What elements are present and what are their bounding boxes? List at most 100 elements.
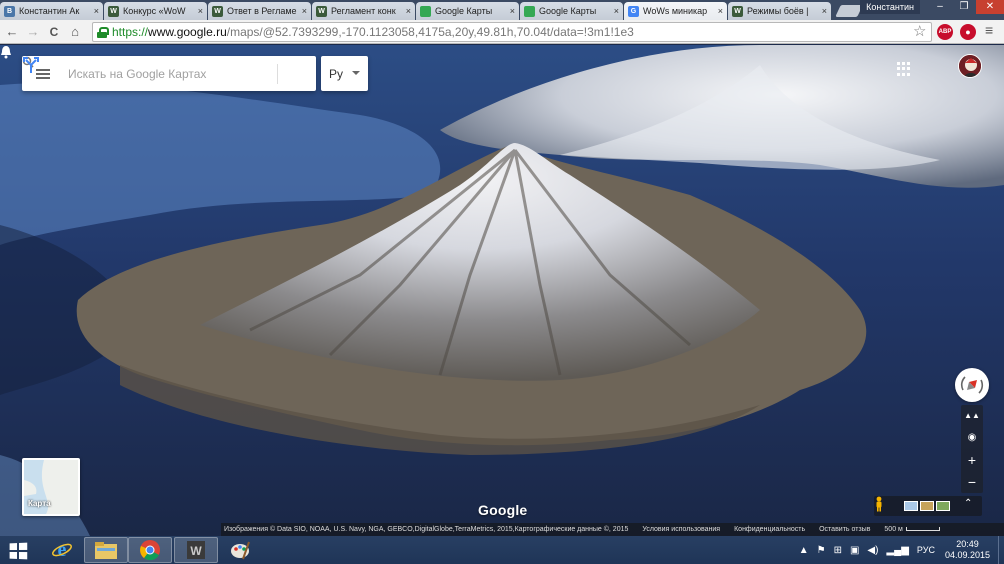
close-tab-icon[interactable]: ×	[302, 6, 307, 16]
paint-icon	[231, 541, 250, 560]
network-icon[interactable]: ▂▄▆	[886, 545, 908, 556]
favicon-icon	[524, 5, 535, 17]
browser-tab[interactable]: W Ответ в Регламе ×	[208, 2, 311, 20]
map-type-toggle[interactable]: Карта	[22, 458, 80, 516]
search-input[interactable]	[68, 66, 238, 81]
chrome-icon	[140, 540, 160, 561]
favicon-icon: B	[4, 5, 15, 17]
scale-indicator[interactable]: 500 м	[884, 523, 940, 536]
map-viewport[interactable]: Ру Карта Google	[0, 45, 1004, 536]
browser-tab[interactable]: W Режимы боёв | ×	[728, 2, 831, 20]
browser-menu-icon[interactable]: ≡	[985, 22, 993, 38]
browser-tab[interactable]: G WoWs миникар ×	[624, 2, 727, 20]
close-tab-icon[interactable]: ×	[406, 6, 411, 16]
pegman-icon[interactable]	[874, 496, 884, 512]
avatar[interactable]	[958, 54, 982, 78]
home-button[interactable]: ⌂	[66, 24, 84, 39]
taskbar-ie[interactable]: e	[40, 537, 84, 563]
notifications-bell-icon[interactable]	[0, 45, 12, 59]
my-location-button[interactable]: ◉	[961, 427, 983, 449]
lock-icon	[97, 26, 109, 38]
tilt-button[interactable]: ▲▲	[961, 405, 983, 427]
clock[interactable]: 20:49 04.09.2015	[945, 539, 990, 561]
browser-tab[interactable]: Google Карты ×	[520, 2, 623, 20]
taskbar-world-of-tanks[interactable]: W	[174, 537, 218, 563]
compass-button[interactable]	[955, 368, 989, 402]
tab-label: Google Карты	[539, 6, 597, 16]
browser-tab[interactable]: B Константин Ак ×	[0, 2, 103, 20]
favicon-icon: W	[732, 5, 743, 17]
address-bar[interactable]: https://www.google.ru/maps/@52.7393299,-…	[92, 22, 932, 42]
tab-label: Конкурс «WoW	[123, 6, 186, 16]
apps-grid-icon[interactable]	[897, 62, 911, 76]
reload-button[interactable]: C	[45, 25, 63, 39]
tab-label: Константин Ак	[19, 6, 80, 16]
show-hidden-icons[interactable]: ▲	[799, 545, 809, 556]
clock-time: 20:49	[956, 539, 979, 549]
minimize-button[interactable]: –	[928, 0, 952, 14]
taskbar-chrome[interactable]	[128, 537, 172, 563]
clock-date: 04.09.2015	[944, 550, 990, 560]
taskbar-paint[interactable]	[218, 537, 262, 563]
tab-strip: B Константин Ак × W Конкурс «WoW × W Ответ в Ре…	[0, 0, 1004, 20]
close-window-button[interactable]: ✕	[976, 0, 1004, 14]
directions-icon[interactable]	[22, 56, 40, 74]
privacy-link[interactable]: Конфиденциальность	[734, 523, 805, 536]
bookmark-star-icon[interactable]: ☆	[913, 22, 926, 40]
favicon-icon: G	[628, 5, 639, 17]
input-language[interactable]: РУС	[917, 545, 935, 555]
url-host: www.google.ru	[148, 25, 227, 39]
browser-tab[interactable]: Google Карты ×	[416, 2, 519, 20]
tab-label: Режимы боёв |	[747, 6, 809, 16]
profile-button[interactable]: Константин	[860, 0, 920, 14]
show-desktop-button[interactable]	[998, 536, 1004, 564]
tab-list: B Константин Ак × W Конкурс «WoW × W Ответ в Ре…	[0, 0, 832, 20]
zoom-out-button[interactable]: −	[961, 471, 983, 493]
forward-button[interactable]: →	[24, 24, 42, 39]
svg-text:e: e	[58, 539, 67, 561]
close-tab-icon[interactable]: ×	[718, 6, 723, 16]
expand-imagery-icon[interactable]: ⌃	[964, 498, 972, 509]
map-controls: ▲▲ ◉ + −	[961, 405, 983, 493]
layers-toolbar: ⌃	[874, 496, 982, 516]
scale-bar	[905, 527, 940, 532]
flag-icon[interactable]: ⚑	[817, 545, 826, 556]
avatar-image	[959, 55, 981, 77]
chevron-down-icon	[352, 71, 360, 75]
taskbar-explorer[interactable]	[84, 537, 128, 563]
system-tray: ▲ ⚑ ⊞ ▣ ◀) ▂▄▆ РУС 20:49 04.09.2015	[795, 536, 1004, 564]
windows-update-icon[interactable]: ⊞	[834, 545, 842, 556]
layer-thumb-satellite[interactable]	[936, 501, 950, 511]
close-tab-icon[interactable]: ×	[94, 6, 99, 16]
close-tab-icon[interactable]: ×	[510, 6, 515, 16]
satellite-imagery[interactable]	[0, 45, 1004, 536]
language-select-value: Ру	[329, 66, 344, 81]
adblock-plus-icon[interactable]: ABP	[937, 24, 953, 40]
scale-label: 500 м	[884, 526, 903, 533]
back-button[interactable]: ←	[3, 24, 21, 39]
new-tab-button[interactable]	[835, 5, 863, 17]
browser-tab[interactable]: W Конкурс «WoW ×	[104, 2, 207, 20]
language-select[interactable]: Ру	[321, 56, 368, 91]
search-divider	[277, 64, 278, 84]
maximize-button[interactable]: ❐	[952, 0, 976, 14]
record-extension-icon[interactable]: ●	[960, 24, 976, 40]
layer-thumb-terrain[interactable]	[920, 501, 934, 511]
layer-thumb-water[interactable]	[904, 501, 918, 511]
terms-link[interactable]: Условия использования	[642, 523, 720, 536]
url-text[interactable]: https://www.google.ru/maps/@52.7393299,-…	[112, 25, 634, 39]
tab-label: Google Карты	[435, 6, 493, 16]
taskbar: e W ▲ ⚑ ⊞ ▣ ◀) ▂▄▆ РУС 20:49 04.09.2015	[0, 536, 1004, 564]
zoom-in-button[interactable]: +	[961, 449, 983, 471]
tab-label: WoWs миникар	[643, 6, 708, 16]
close-tab-icon[interactable]: ×	[822, 6, 827, 16]
internet-explorer-icon: e	[52, 539, 72, 561]
feedback-link[interactable]: Оставить отзыв	[819, 523, 870, 536]
volume-icon[interactable]: ◀)	[867, 545, 878, 556]
minimap-label: Карта	[28, 499, 51, 508]
browser-tab[interactable]: W Регламент конк ×	[312, 2, 415, 20]
close-tab-icon[interactable]: ×	[198, 6, 203, 16]
windows-start-icon[interactable]	[9, 542, 28, 560]
close-tab-icon[interactable]: ×	[614, 6, 619, 16]
action-center-icon[interactable]: ▣	[850, 545, 859, 556]
